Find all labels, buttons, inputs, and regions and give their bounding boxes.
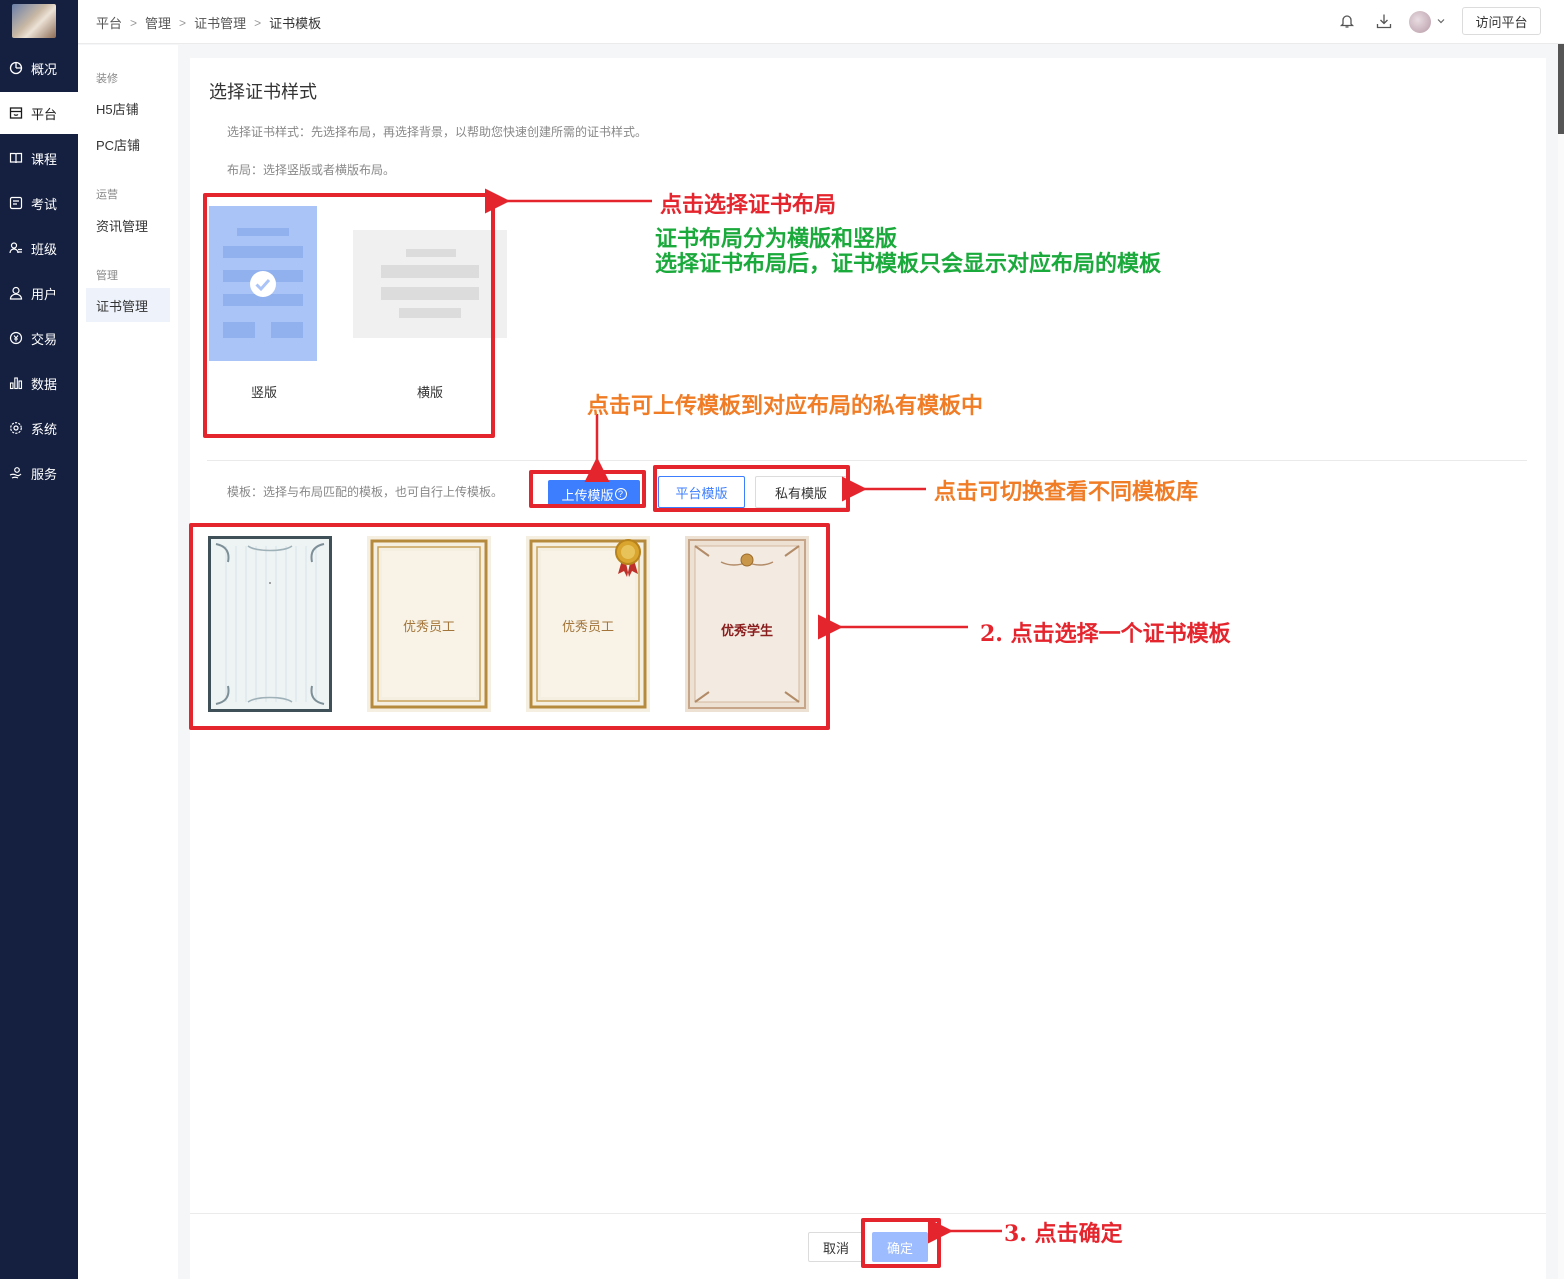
style-hint: 选择证书样式：先选择布局，再选择背景，以帮助您快速创建所需的证书样式。 — [227, 125, 648, 139]
breadcrumb-current: 证书模板 — [269, 16, 322, 31]
subnav-group-title: 运营 — [96, 189, 118, 201]
template-hint: 模板：选择与布局匹配的模板，也可自行上传模板。 — [227, 485, 504, 499]
page-title: 选择证书样式 — [209, 82, 317, 102]
scrollbar-thumb[interactable] — [1558, 44, 1564, 134]
breadcrumb-item[interactable]: 证书管理 — [194, 13, 246, 32]
nav-item-class[interactable]: 班级 — [0, 227, 78, 269]
nav-label: 交易 — [31, 331, 58, 347]
breadcrumb: 平台 > 管理 > 证书管理 > 证书模板 — [96, 13, 321, 32]
nav-item-trade[interactable]: 交易 — [0, 317, 78, 359]
nav-item-user[interactable]: 用户 — [0, 272, 78, 314]
nav-label: 服务 — [31, 466, 58, 482]
chevron-down-icon[interactable] — [1436, 16, 1446, 26]
nav-label: 数据 — [31, 376, 58, 392]
scrollbar[interactable] — [1558, 44, 1564, 1279]
user-icon — [9, 286, 23, 300]
nav-item-system[interactable]: 系统 — [0, 407, 78, 449]
subnav-item-pc-shop[interactable]: PC店铺 — [86, 127, 170, 161]
nav-label: 考试 — [31, 196, 58, 212]
subnav-item-news[interactable]: 资讯管理 — [86, 208, 170, 242]
avatar[interactable] — [1409, 11, 1431, 33]
divider — [207, 460, 1527, 461]
layout-hint: 布局：选择竖版或者横版布局。 — [227, 163, 396, 177]
subnav-item-certificate[interactable]: 证书管理 — [86, 288, 170, 322]
group-icon — [9, 241, 23, 255]
exam-icon — [9, 196, 23, 210]
download-icon[interactable] — [1375, 12, 1393, 30]
annotation-switch-desc: 点击可切换查看不同模板库 — [934, 479, 1199, 505]
nav-label: 课程 — [31, 151, 58, 167]
annotation-step2: 2. 点击选择一个证书模板 — [980, 621, 1231, 647]
annotation-box-tabs — [653, 465, 850, 512]
sub-nav: 装修 H5店铺 PC店铺 运营 资讯管理 管理 证书管理 — [78, 45, 178, 1279]
book-icon — [9, 151, 23, 165]
annotation-box-confirm — [861, 1218, 941, 1268]
annotation-layout-desc-2: 选择证书布局后，证书模板只会显示对应布局的模板 — [655, 251, 1162, 277]
annotation-upload-desc: 点击可上传模板到对应布局的私有模板中 — [587, 393, 984, 419]
bar-chart-icon — [9, 376, 23, 390]
nav-label: 系统 — [31, 421, 58, 437]
subnav-group-title: 装修 — [96, 73, 118, 85]
nav-item-data[interactable]: 数据 — [0, 362, 78, 404]
nav-item-overview[interactable]: 概况 — [0, 47, 78, 89]
chevron-right-icon: > — [130, 15, 138, 30]
chevron-right-icon: > — [179, 15, 187, 30]
annotation-box-templates — [189, 523, 830, 730]
breadcrumb-item[interactable]: 平台 — [96, 13, 122, 32]
bell-icon[interactable] — [1338, 12, 1356, 30]
nav-label: 班级 — [31, 241, 58, 257]
nav-label: 平台 — [31, 106, 58, 122]
pie-chart-icon — [9, 61, 23, 75]
annotation-box-upload — [529, 470, 646, 508]
nav-label: 概况 — [31, 61, 58, 77]
currency-icon — [9, 331, 23, 345]
annotation-box-layout — [203, 193, 495, 438]
subnav-item-h5-shop[interactable]: H5店铺 — [86, 91, 170, 125]
cancel-button[interactable]: 取消 — [808, 1232, 864, 1262]
chevron-right-icon: > — [254, 15, 262, 30]
visit-platform-button[interactable]: 访问平台 — [1462, 7, 1541, 35]
breadcrumb-item[interactable]: 管理 — [145, 13, 171, 32]
annotation-layout-desc-1: 证书布局分为横版和竖版 — [655, 226, 898, 252]
nav-item-service[interactable]: 服务 — [0, 452, 78, 494]
store-icon — [9, 106, 23, 120]
logo[interactable] — [12, 4, 56, 38]
subnav-group-title: 管理 — [96, 270, 118, 282]
left-nav: 概况 平台 课程 考试 班级 用户 交易 数据 系统 服务 — [0, 0, 78, 1279]
annotation-step3: 3. 点击确定 — [1004, 1221, 1123, 1247]
nav-item-course[interactable]: 课程 — [0, 137, 78, 179]
gear-icon — [9, 421, 23, 435]
nav-item-exam[interactable]: 考试 — [0, 182, 78, 224]
annotation-layout-title: 点击选择证书布局 — [660, 192, 837, 218]
nav-label: 用户 — [31, 286, 58, 302]
nav-item-platform[interactable]: 平台 — [0, 92, 78, 134]
service-icon — [9, 466, 23, 480]
